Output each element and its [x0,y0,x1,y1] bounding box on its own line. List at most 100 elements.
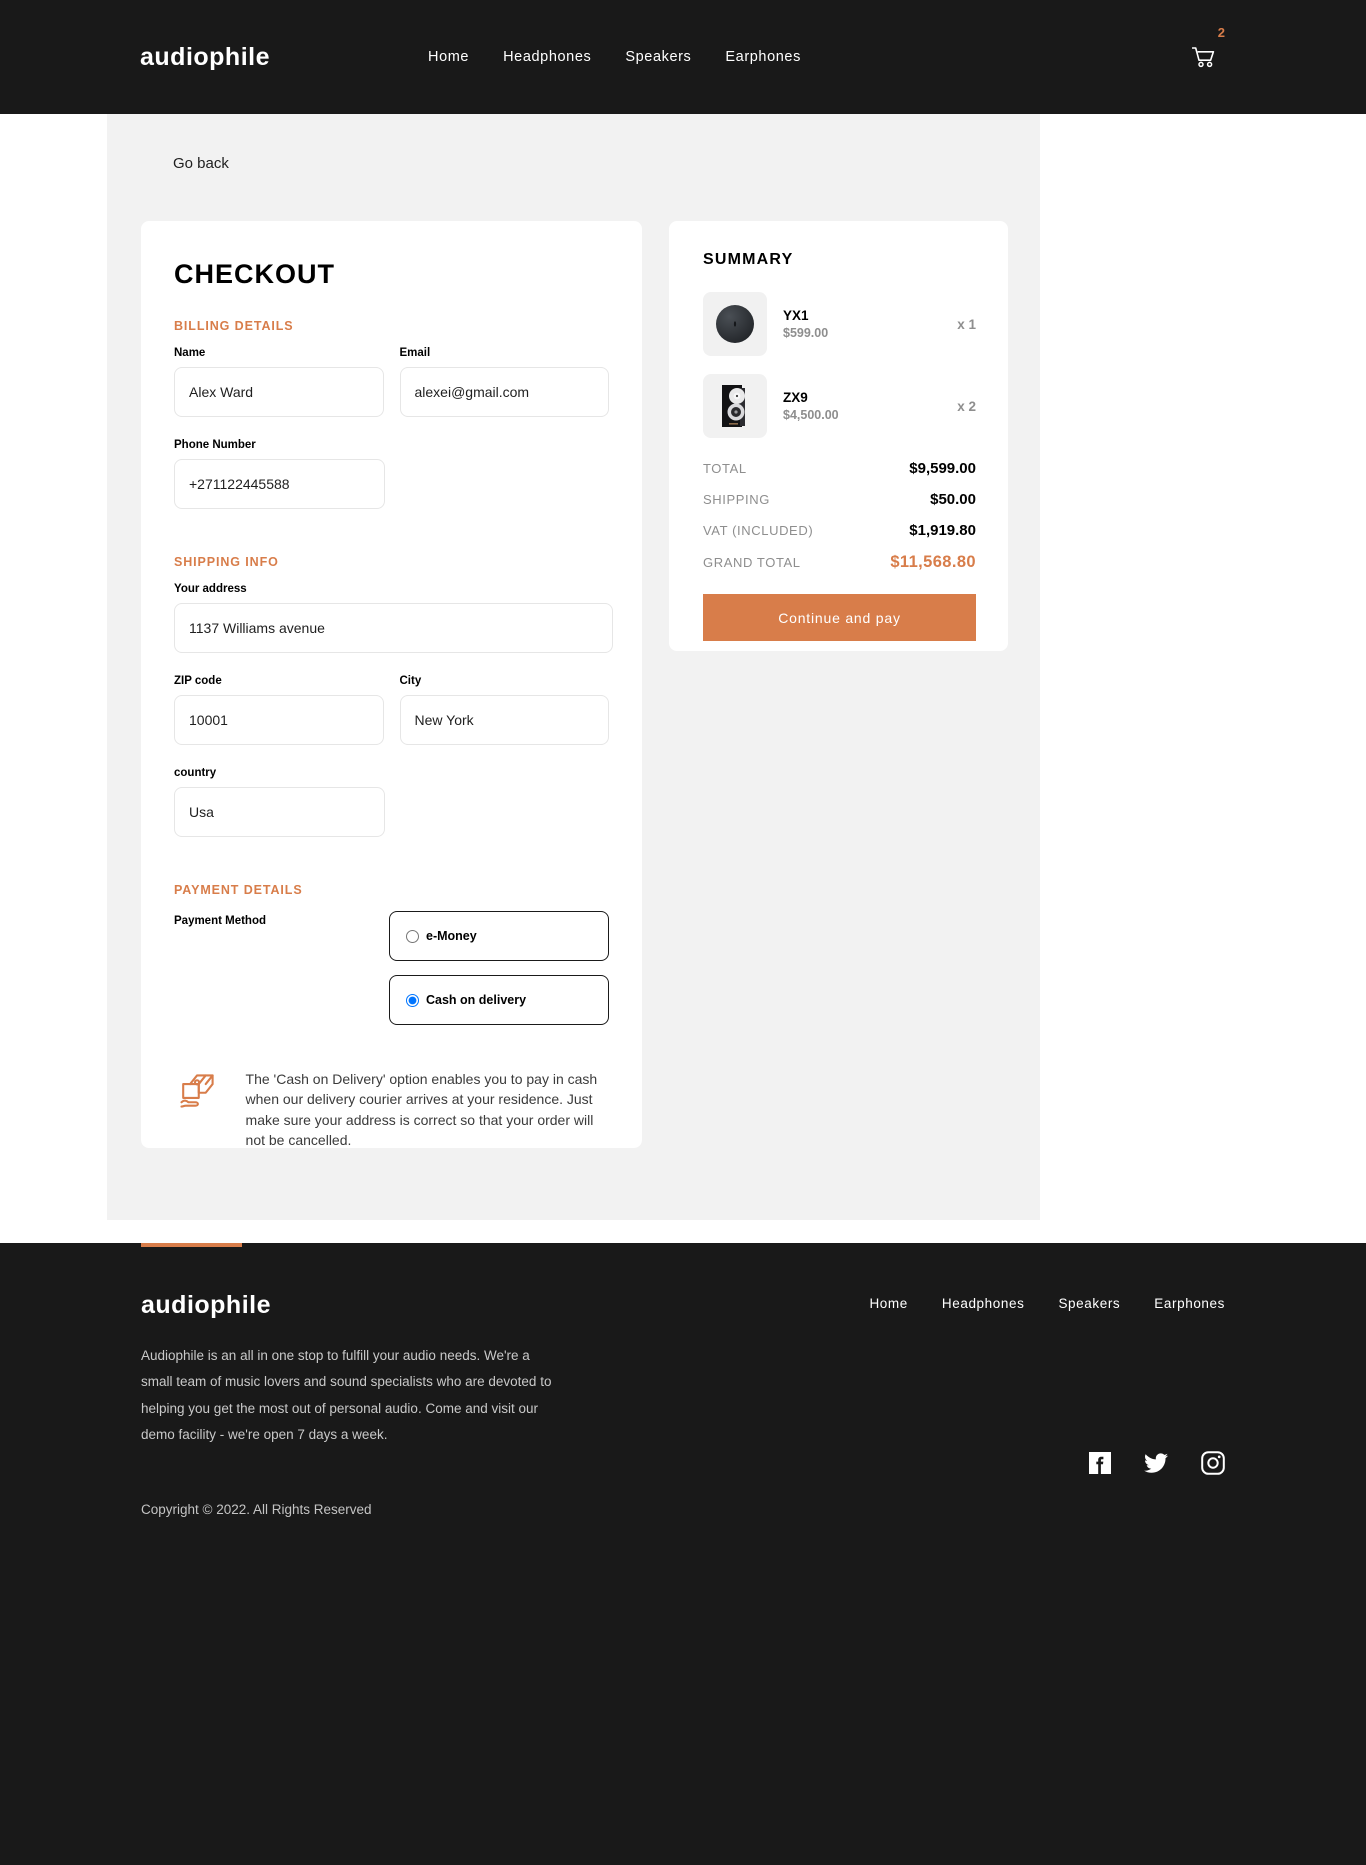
shipping-info-heading: SHIPPING INFO [174,555,279,569]
country-field-group: country [174,767,385,837]
footer-accent-bar [141,1243,242,1247]
footer-logo[interactable]: audiophile [141,1291,271,1320]
shipping-row: SHIPPING $50.00 [703,491,976,508]
grand-total-label: GRAND TOTAL [703,555,801,570]
zip-label: ZIP code [174,675,222,687]
header-inner: audiophile Home Headphones Speakers Earp… [140,0,1226,114]
zip-input[interactable] [174,695,384,745]
summary-card: SUMMARY YX1 $599.00 x 1 ZX9 $4,500.00 x … [669,221,1008,651]
page-title: CHECKOUT [174,259,335,289]
nav-item-speakers[interactable]: Speakers [625,49,691,65]
nav-item-headphones[interactable]: Headphones [503,49,591,65]
shipping-label: SHIPPING [703,492,770,507]
footer-nav-item-headphones[interactable]: Headphones [942,1296,1025,1311]
checkout-card: CHECKOUT BILLING DETAILS Name Email Phon… [141,221,642,1148]
city-input[interactable] [399,695,609,745]
summary-item-name: YX1 [783,308,809,323]
city-field-group: City [399,675,609,745]
summary-item-qty: x 2 [957,398,976,414]
shopping-cart-icon [1192,46,1215,67]
zip-field-group: ZIP code [174,675,384,745]
footer-nav: Home Headphones Speakers Earphones [869,1296,1225,1311]
emoney-radio[interactable] [406,929,419,943]
grand-total-value: $11,568.80 [890,553,976,571]
footer-nav-item-earphones[interactable]: Earphones [1154,1296,1225,1311]
address-label: Your address [174,583,247,595]
checkout-page: audiophile Home Headphones Speakers Earp… [0,0,1366,1865]
facebook-link[interactable] [1088,1451,1112,1480]
site-footer: audiophile Home Headphones Speakers Earp… [0,1243,1366,1865]
cash-on-delivery-icon [180,1074,214,1108]
cash-on-delivery-radio[interactable] [406,993,419,1007]
payment-method-label-wrap: Payment Method [174,911,389,1039]
instagram-icon [1201,1451,1225,1475]
city-label: City [399,675,422,687]
payment-details-heading: PAYMENT DETAILS [174,883,303,897]
shipping-value: $50.00 [930,491,976,508]
summary-totals: TOTAL $9,599.00 SHIPPING $50.00 VAT (INC… [703,460,976,641]
payment-option-emoney[interactable]: e-Money [389,911,609,961]
summary-item-qty: x 1 [957,316,976,332]
shipping-row-3: country [174,767,609,859]
shipping-row-2: ZIP code City [174,675,609,767]
cash-on-delivery-note: The 'Cash on Delivery' option enables yo… [174,1069,609,1150]
country-label: country [174,767,217,779]
earphone-case-icon [716,305,754,343]
vat-row: VAT (INCLUDED) $1,919.80 [703,522,976,539]
cash-on-delivery-label: Cash on delivery [426,993,527,1007]
name-label: Name [174,347,206,359]
go-back-button[interactable]: Go back [173,155,229,172]
email-input[interactable] [399,367,609,417]
twitter-link[interactable] [1144,1452,1169,1479]
address-input[interactable] [174,603,613,653]
grand-total-row: GRAND TOTAL $11,568.80 [703,553,976,572]
phone-field-group: Phone Number [174,439,385,509]
summary-item-price: $599.00 [783,326,829,340]
summary-item-info: YX1 $599.00 [783,308,893,340]
social-links [1088,1451,1225,1480]
twitter-icon [1144,1452,1168,1473]
footer-nav-item-speakers[interactable]: Speakers [1058,1296,1120,1311]
summary-item-price: $4,500.00 [783,408,839,422]
instagram-link[interactable] [1201,1451,1225,1480]
footer-nav-item-home[interactable]: Home [869,1296,907,1311]
billing-row-1: Name Email [174,347,609,439]
email-field-group: Email [399,347,609,417]
summary-title: SUMMARY [703,251,794,268]
country-input[interactable] [174,787,385,837]
facebook-icon [1089,1452,1111,1474]
email-label: Email [399,347,431,359]
site-logo[interactable]: audiophile [140,43,270,72]
phone-label: Phone Number [174,439,256,451]
cart-button[interactable]: 2 [1182,25,1226,79]
payment-options: e-Money Cash on delivery [389,911,609,1039]
billing-details-heading: BILLING DETAILS [174,319,294,333]
cart-count-badge: 2 [1217,25,1225,40]
vat-label: VAT (INCLUDED) [703,523,814,538]
site-header: audiophile Home Headphones Speakers Earp… [0,0,1366,114]
payment-option-cash-on-delivery[interactable]: Cash on delivery [389,975,609,1025]
summary-item-row: ZX9 $4,500.00 x 2 [703,374,976,438]
address-field-group: Your address [174,583,613,653]
total-value: $9,599.00 [909,460,976,477]
speaker-icon [722,385,745,427]
payment-method-label: Payment Method [174,915,267,927]
nav-item-earphones[interactable]: Earphones [725,49,801,65]
name-input[interactable] [174,367,384,417]
phone-input[interactable] [174,459,385,509]
cash-on-delivery-note-text: The 'Cash on Delivery' option enables yo… [245,1071,598,1148]
copyright-text: Copyright © 2022. All Rights Reserved [141,1502,372,1517]
total-row: TOTAL $9,599.00 [703,460,976,477]
zx9-speaker-thumb [703,374,767,438]
summary-item-row: YX1 $599.00 x 1 [703,292,976,356]
vat-value: $1,919.80 [909,522,976,539]
summary-item-info: ZX9 $4,500.00 [783,390,893,422]
main-nav: Home Headphones Speakers Earphones [428,49,801,65]
nav-item-home[interactable]: Home [428,49,469,65]
total-label: TOTAL [703,461,747,476]
emoney-label: e-Money [426,929,477,943]
footer-description: Audiophile is an all in one stop to fulf… [141,1348,552,1442]
continue-and-pay-button[interactable]: Continue and pay [703,594,976,641]
payment-method-block: Payment Method e-Money Cash on delivery [174,911,609,1039]
summary-item-name: ZX9 [783,390,808,405]
